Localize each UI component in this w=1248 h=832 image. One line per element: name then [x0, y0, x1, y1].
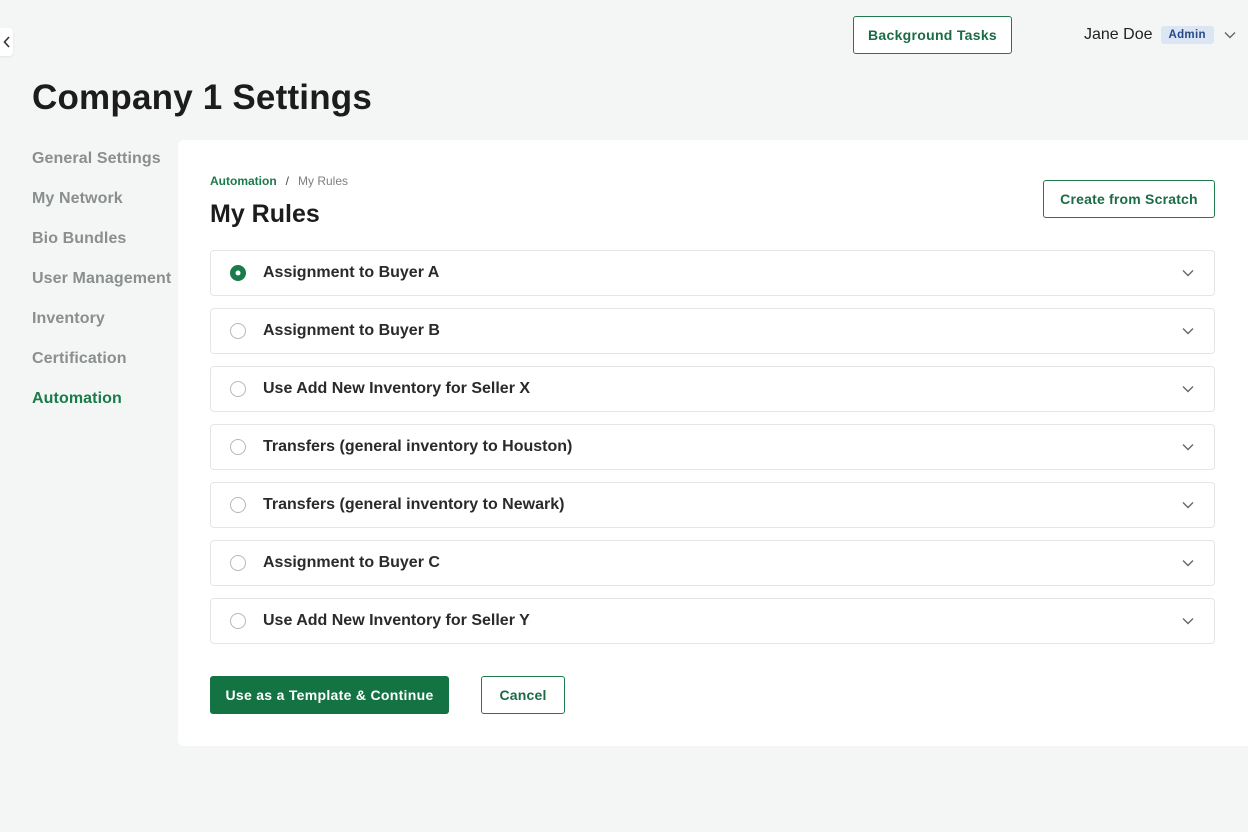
rule-item[interactable]: Use Add New Inventory for Seller X	[210, 366, 1215, 412]
settings-sidebar: General Settings My Network Bio Bundles …	[32, 146, 172, 426]
rule-label: Transfers (general inventory to Houston)	[263, 438, 573, 455]
create-from-scratch-button[interactable]: Create from Scratch	[1043, 180, 1215, 218]
rule-label: Assignment to Buyer B	[263, 322, 440, 339]
breadcrumb-current: My Rules	[298, 174, 349, 188]
breadcrumb-separator: /	[285, 174, 289, 188]
rule-radio[interactable]	[230, 265, 246, 281]
rule-item[interactable]: Assignment to Buyer C	[210, 540, 1215, 586]
rule-radio[interactable]	[230, 323, 246, 339]
top-bar: Background Tasks Jane Doe Admin	[0, 16, 1248, 56]
rule-item[interactable]: Assignment to Buyer B	[210, 308, 1215, 354]
section-title: My Rules	[210, 200, 320, 228]
sidebar-item-certification[interactable]: Certification	[32, 346, 172, 386]
rule-item[interactable]: Transfers (general inventory to Newark)	[210, 482, 1215, 528]
rules-panel: Automation / My Rules My Rules Create fr…	[178, 140, 1248, 746]
sidebar-item-inventory[interactable]: Inventory	[32, 306, 172, 346]
sidebar-item-user-management[interactable]: User Management	[32, 266, 172, 306]
breadcrumb-automation-link[interactable]: Automation	[210, 174, 277, 188]
user-menu[interactable]: Jane Doe Admin	[1084, 22, 1236, 48]
rule-radio[interactable]	[230, 381, 246, 397]
rule-label: Assignment to Buyer A	[263, 264, 440, 281]
rule-item[interactable]: Assignment to Buyer A	[210, 250, 1215, 296]
chevron-down-icon[interactable]	[1182, 559, 1194, 567]
page-title: Company 1 Settings	[32, 78, 373, 117]
chevron-down-icon[interactable]	[1182, 327, 1194, 335]
chevron-down-icon[interactable]	[1224, 31, 1236, 39]
background-tasks-button[interactable]: Background Tasks	[853, 16, 1012, 54]
rule-label: Use Add New Inventory for Seller Y	[263, 612, 530, 629]
rule-radio[interactable]	[230, 497, 246, 513]
use-as-template-button[interactable]: Use as a Template & Continue	[210, 676, 449, 714]
sidebar-item-bio-bundles[interactable]: Bio Bundles	[32, 226, 172, 266]
chevron-down-icon[interactable]	[1182, 443, 1194, 451]
rule-item[interactable]: Transfers (general inventory to Houston)	[210, 424, 1215, 470]
cancel-button[interactable]: Cancel	[481, 676, 565, 714]
sidebar-item-my-network[interactable]: My Network	[32, 186, 172, 226]
breadcrumb: Automation / My Rules	[210, 174, 348, 188]
rule-radio[interactable]	[230, 555, 246, 571]
rule-label: Use Add New Inventory for Seller X	[263, 380, 531, 397]
sidebar-item-general-settings[interactable]: General Settings	[32, 146, 172, 186]
chevron-down-icon[interactable]	[1182, 617, 1194, 625]
chevron-down-icon[interactable]	[1182, 385, 1194, 393]
rule-radio[interactable]	[230, 439, 246, 455]
rule-item[interactable]: Use Add New Inventory for Seller Y	[210, 598, 1215, 644]
rule-radio[interactable]	[230, 613, 246, 629]
chevron-down-icon[interactable]	[1182, 269, 1194, 277]
sidebar-item-automation[interactable]: Automation	[32, 386, 172, 426]
rules-list: Assignment to Buyer A Assignment to Buye…	[210, 250, 1215, 656]
user-name: Jane Doe	[1084, 26, 1153, 43]
chevron-down-icon[interactable]	[1182, 501, 1194, 509]
role-badge: Admin	[1160, 26, 1214, 44]
rule-label: Assignment to Buyer C	[263, 554, 440, 571]
rule-label: Transfers (general inventory to Newark)	[263, 496, 565, 513]
